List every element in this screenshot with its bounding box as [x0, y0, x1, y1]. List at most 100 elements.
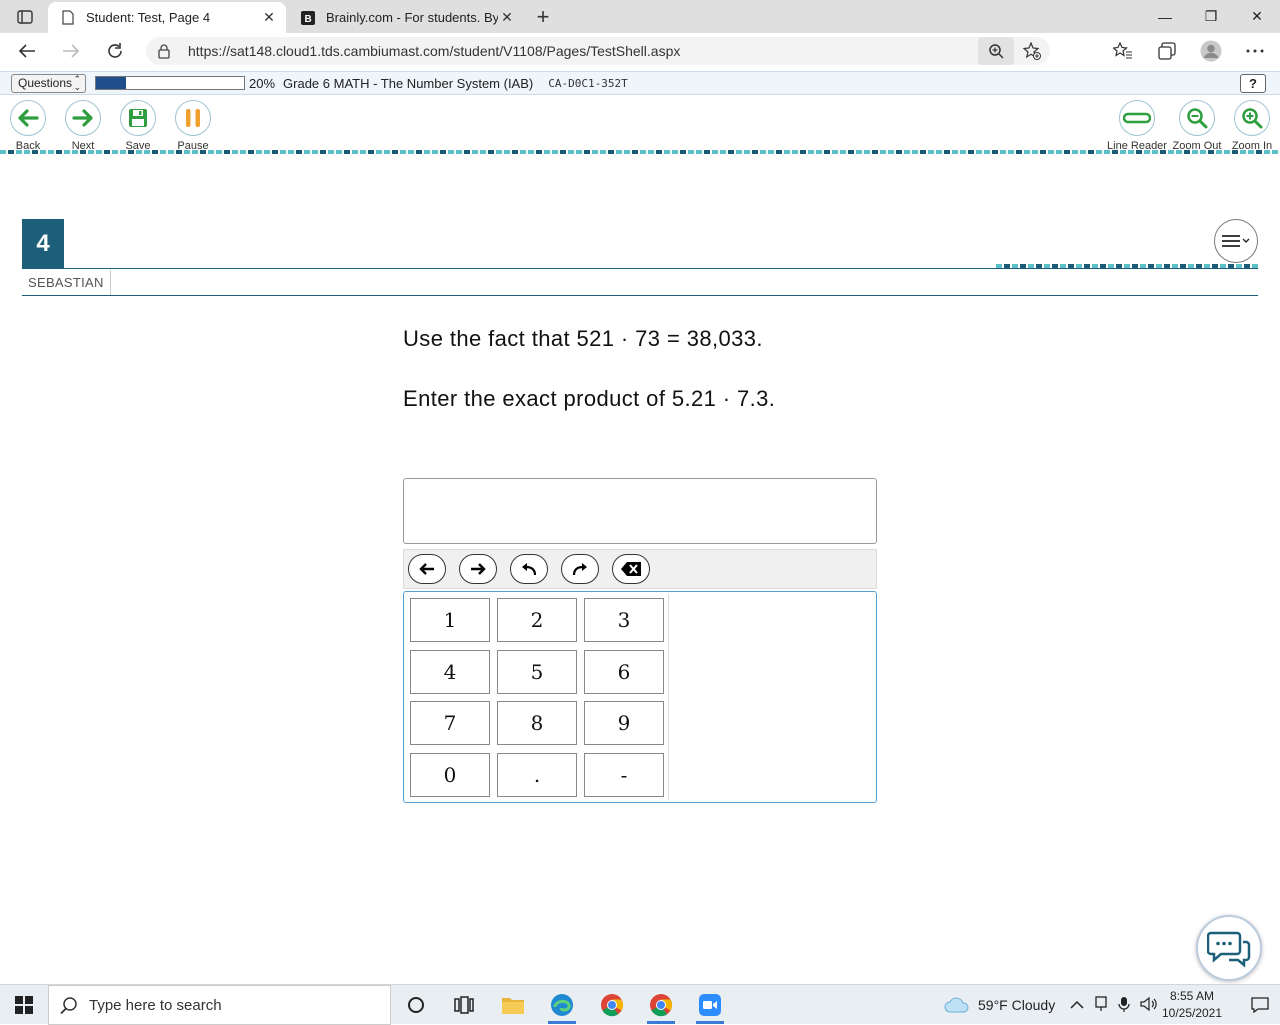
redo-button[interactable]	[561, 554, 599, 584]
zoom-in-button[interactable]: Zoom In	[1227, 100, 1277, 152]
question-header-rule	[22, 295, 1258, 296]
cortana-icon[interactable]	[392, 985, 440, 1025]
keypad-key[interactable]: -	[584, 752, 664, 797]
brainly-icon: B	[300, 10, 316, 26]
collections-icon[interactable]	[1152, 38, 1182, 64]
questions-label: Questions	[18, 76, 73, 90]
undo-button[interactable]	[510, 554, 548, 584]
back-button[interactable]: Back	[3, 100, 53, 152]
clock-date: 10/25/2021	[1161, 1006, 1223, 1020]
close-tab-icon[interactable]: ✕	[498, 9, 516, 27]
restore-icon[interactable]: ❐	[1188, 0, 1234, 33]
keypad-key[interactable]: 3	[584, 598, 664, 642]
forward-arrow-icon[interactable]	[58, 38, 84, 64]
next-arrow-icon	[72, 109, 93, 127]
questions-dropdown[interactable]: Questions ⌃ ⌄	[11, 73, 86, 93]
page-icon	[60, 10, 76, 26]
tab-brainly[interactable]: B Brainly.com - For students. By stu ✕	[288, 2, 524, 33]
zoom-in-icon	[1242, 108, 1263, 129]
redo-icon	[572, 563, 587, 576]
back-arrow-icon[interactable]	[14, 38, 40, 64]
file-explorer-icon[interactable]	[489, 985, 537, 1025]
address-bar: https://sat148.cloud1.tds.cambiumast.com…	[0, 33, 1280, 69]
cursor-left-button[interactable]	[408, 554, 446, 584]
minimize-icon[interactable]: —	[1142, 0, 1188, 33]
chat-bubbles-icon	[1207, 931, 1251, 968]
keypad-key[interactable]: 2	[497, 598, 577, 642]
microphone-icon[interactable]	[1118, 996, 1130, 1015]
test-toolbar: Back Next Save Pause Line Reader Zoom Ou…	[0, 97, 1280, 153]
volume-icon[interactable]	[1140, 996, 1158, 1015]
updown-chevron-icon: ⌃ ⌄	[73, 74, 81, 92]
tab-student-test[interactable]: Student: Test, Page 4 ✕	[48, 2, 286, 33]
help-button[interactable]: ?	[1240, 74, 1266, 93]
keypad-key[interactable]: 7	[410, 701, 490, 745]
keypad-key[interactable]: 1	[410, 598, 490, 642]
new-tab-icon[interactable]: +	[532, 4, 554, 29]
chrome-icon[interactable]	[588, 985, 636, 1025]
line-reader-button[interactable]: Line Reader	[1107, 100, 1167, 152]
question-number: 4	[22, 219, 64, 269]
weather-text: 59°F Cloudy	[978, 997, 1056, 1013]
refresh-icon[interactable]	[102, 38, 128, 64]
keypad-key[interactable]: 0	[410, 752, 490, 797]
tab-actions-icon[interactable]	[8, 6, 42, 28]
keypad-key[interactable]: 5	[497, 649, 577, 694]
url-field[interactable]: https://sat148.cloud1.tds.cambiumast.com…	[146, 37, 1050, 65]
notifications-icon[interactable]	[1250, 995, 1270, 1015]
task-view-icon[interactable]	[440, 985, 488, 1025]
keypad-key[interactable]: 6	[584, 649, 664, 694]
zoom-out-button[interactable]: Zoom Out	[1172, 100, 1222, 152]
chat-button[interactable]	[1196, 915, 1262, 981]
add-favorite-icon[interactable]	[1014, 42, 1050, 60]
close-tab-icon[interactable]: ✕	[260, 9, 278, 27]
favorites-icon[interactable]	[1108, 38, 1138, 64]
windows-taskbar: Type here to search 59°F Cloudy 8:55 AM …	[0, 984, 1280, 1025]
backspace-icon	[621, 562, 641, 576]
number-keypad: 123 456 789 0.-	[403, 591, 877, 803]
search-placeholder: Type here to search	[89, 996, 222, 1014]
weather-widget[interactable]: 59°F Cloudy	[944, 985, 1055, 1025]
question-prompt-task: Enter the exact product of 5.21 · 7.3.	[403, 386, 776, 411]
student-name: SEBASTIAN	[22, 270, 111, 295]
search-icon	[49, 996, 89, 1014]
chrome-profile-icon[interactable]	[637, 985, 685, 1025]
windows-start-icon[interactable]	[0, 985, 48, 1025]
cursor-right-button[interactable]	[459, 554, 497, 584]
close-window-icon[interactable]: ✕	[1234, 0, 1280, 33]
hamburger-menu-icon	[1222, 235, 1250, 247]
zoom-app-icon[interactable]	[686, 985, 734, 1025]
keypad-key[interactable]: 9	[584, 701, 664, 745]
question-menu-button[interactable]	[1214, 219, 1258, 263]
keypad-divider	[668, 594, 669, 800]
pause-button[interactable]: Pause	[168, 100, 218, 152]
test-code: CA-D0C1-352T	[548, 76, 628, 90]
taskbar-search-input[interactable]: Type here to search	[48, 985, 391, 1025]
cloud-icon	[944, 997, 969, 1013]
test-info-bar: Questions ⌃ ⌄ 20% Grade 6 MATH - The Numb…	[0, 71, 1280, 95]
answer-input[interactable]	[403, 478, 877, 544]
right-arrow-icon	[471, 563, 486, 575]
lock-icon[interactable]	[158, 43, 174, 59]
line-reader-icon	[1123, 112, 1151, 124]
svg-text:B: B	[305, 14, 312, 25]
system-tray	[1070, 985, 1158, 1025]
edge-browser-icon[interactable]	[538, 985, 586, 1025]
more-menu-icon[interactable]	[1240, 38, 1270, 64]
taskbar-clock[interactable]: 8:55 AM 10/25/2021	[1160, 988, 1224, 1022]
progress-bar	[95, 76, 245, 90]
zoom-indicator-icon[interactable]	[978, 37, 1014, 65]
test-name: Grade 6 MATH - The Number System (IAB)	[283, 75, 534, 91]
save-disk-icon	[129, 109, 147, 127]
delete-button[interactable]	[612, 554, 650, 584]
keypad-key[interactable]: .	[497, 752, 577, 797]
next-button[interactable]: Next	[58, 100, 108, 152]
keypad-key[interactable]: 8	[497, 701, 577, 745]
profile-avatar-icon[interactable]	[1196, 38, 1226, 64]
save-button[interactable]: Save	[113, 100, 163, 152]
network-icon[interactable]	[1094, 995, 1108, 1015]
chevron-up-icon[interactable]	[1070, 997, 1084, 1013]
zoom-out-icon	[1187, 108, 1208, 129]
pause-icon	[186, 109, 200, 127]
keypad-key[interactable]: 4	[410, 649, 490, 694]
